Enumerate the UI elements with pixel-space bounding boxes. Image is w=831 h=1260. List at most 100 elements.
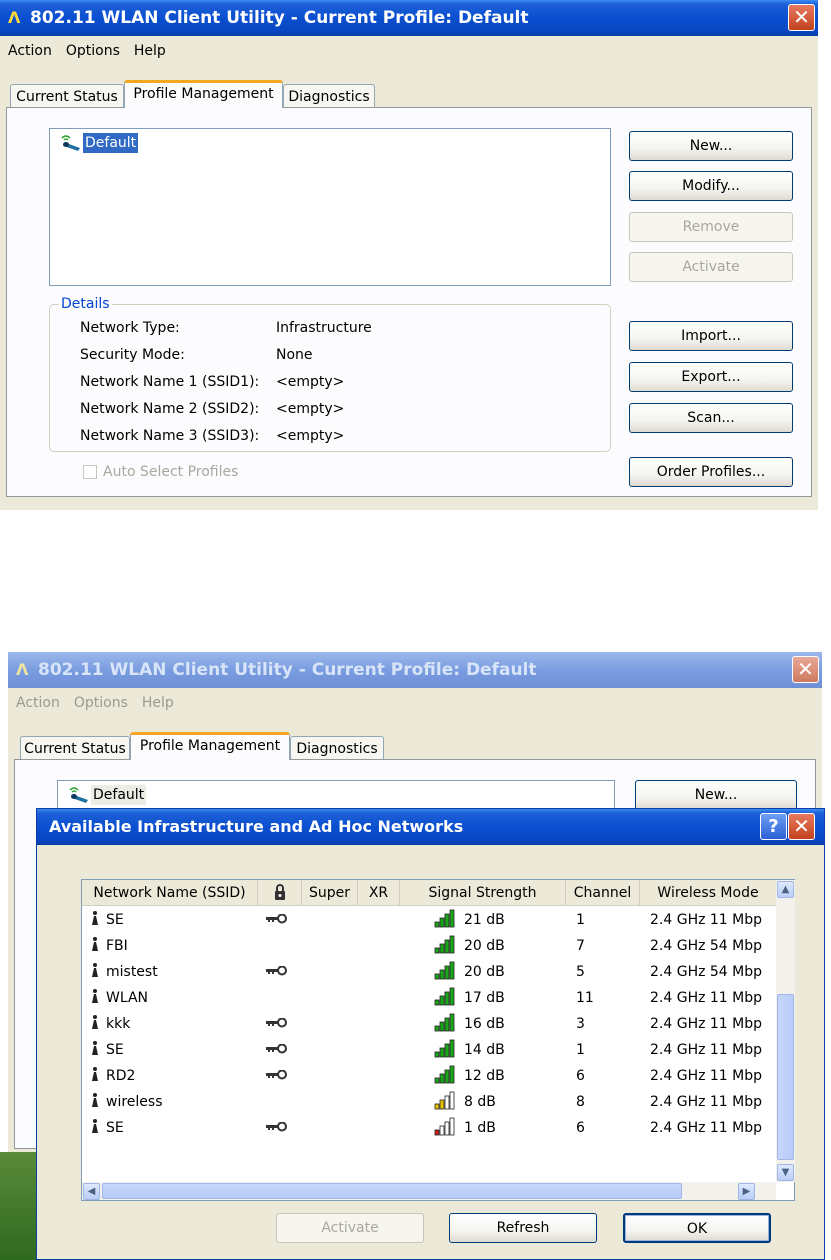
signal-strength-value: 16 dB xyxy=(464,1016,505,1032)
tab-current-status[interactable]: Current Status xyxy=(10,84,124,108)
h-scroll-thumb[interactable] xyxy=(102,1183,682,1199)
profile-default[interactable]: Default xyxy=(83,133,139,153)
title-bar[interactable]: Λ 802.11 WLAN Client Utility - Current P… xyxy=(8,652,822,688)
column-super[interactable]: Super xyxy=(302,880,358,906)
new-button[interactable]: New... xyxy=(629,131,793,161)
network-row[interactable]: WLAN 17 dB 11 2.4 GHz 11 Mbp xyxy=(82,986,776,1011)
scroll-right-button[interactable]: ▶ xyxy=(738,1183,755,1200)
access-point-icon xyxy=(90,1038,100,1063)
network-row[interactable]: mistest 20 dB 5 2.4 GHz 54 Mbp xyxy=(82,960,776,985)
vertical-scrollbar[interactable]: ▲ ▼ xyxy=(776,880,795,1182)
window-title: 802.11 WLAN Client Utility - Current Pro… xyxy=(30,8,529,28)
import-button[interactable]: Import... xyxy=(629,321,793,351)
channel-value: 11 xyxy=(576,990,594,1006)
key-icon xyxy=(266,960,288,985)
activate-button[interactable]: Activate xyxy=(276,1213,424,1243)
menu-action[interactable]: Action xyxy=(8,43,52,59)
signal-bars-icon xyxy=(434,1116,456,1141)
scroll-left-button[interactable]: ◀ xyxy=(83,1183,100,1200)
column-wireless-mode[interactable]: Wireless Mode xyxy=(640,880,776,906)
ssid2-value: <empty> xyxy=(276,401,345,417)
wireless-mode-value: 2.4 GHz 11 Mbp xyxy=(650,1120,763,1136)
ssid1-value: <empty> xyxy=(276,374,345,390)
tab-profile-management[interactable]: Profile Management xyxy=(124,80,283,108)
signal-bars-icon xyxy=(434,1090,456,1115)
help-button[interactable]: ? xyxy=(760,813,787,840)
network-row[interactable]: SE 14 dB 1 2.4 GHz 11 Mbp xyxy=(82,1038,776,1063)
modify-button[interactable]: Modify... xyxy=(629,171,793,201)
ok-button[interactable]: OK xyxy=(623,1213,771,1243)
tab-profile-management[interactable]: Profile Management xyxy=(130,732,290,760)
wireless-profile-icon xyxy=(69,787,88,803)
tab-current-status[interactable]: Current Status xyxy=(20,736,130,760)
profile-management-window: Λ 802.11 WLAN Client Utility - Current P… xyxy=(0,0,818,510)
column-xr[interactable]: XR xyxy=(358,880,400,906)
profile-list[interactable]: Default xyxy=(49,128,611,286)
remove-button[interactable]: Remove xyxy=(629,212,793,242)
network-list[interactable]: Network Name (SSID) Super XR Signal Stre… xyxy=(81,879,795,1201)
desktop-background xyxy=(0,1152,40,1260)
signal-bars-icon xyxy=(434,1012,456,1037)
access-point-icon xyxy=(90,908,100,933)
tab-diagnostics[interactable]: Diagnostics xyxy=(283,84,375,108)
network-ssid: wireless xyxy=(106,1094,163,1110)
key-icon xyxy=(266,1064,288,1089)
order-profiles-button[interactable]: Order Profiles... xyxy=(629,457,793,487)
network-row[interactable]: RD2 12 dB 6 2.4 GHz 11 Mbp xyxy=(82,1064,776,1089)
refresh-button[interactable]: Refresh xyxy=(449,1213,597,1243)
signal-bars-icon xyxy=(434,1064,456,1089)
menu-bar: Action Options Help xyxy=(0,38,818,64)
access-point-icon xyxy=(90,1012,100,1037)
tab-diagnostics[interactable]: Diagnostics xyxy=(290,736,384,760)
network-type-label: Network Type: xyxy=(80,320,180,336)
access-point-icon xyxy=(90,934,100,959)
security-mode-value: None xyxy=(276,347,313,363)
details-legend: Details xyxy=(59,296,112,312)
key-icon xyxy=(266,1012,288,1037)
menu-options[interactable]: Options xyxy=(74,695,128,711)
scroll-up-button[interactable]: ▲ xyxy=(777,881,794,898)
network-row[interactable]: wireless 8 dB 8 2.4 GHz 11 Mbp xyxy=(82,1090,776,1115)
dialog-close-button[interactable]: ✕ xyxy=(788,813,815,840)
menu-options[interactable]: Options xyxy=(66,43,120,59)
column-security[interactable] xyxy=(258,880,302,906)
export-button[interactable]: Export... xyxy=(629,362,793,392)
title-bar[interactable]: Λ 802.11 WLAN Client Utility - Current P… xyxy=(0,0,818,36)
new-button[interactable]: New... xyxy=(635,780,797,810)
dialog-title-bar[interactable]: Available Infrastructure and Ad Hoc Netw… xyxy=(37,809,824,845)
network-row[interactable]: SE 21 dB 1 2.4 GHz 11 Mbp xyxy=(82,908,776,933)
network-row[interactable]: SE 1 dB 6 2.4 GHz 11 Mbp xyxy=(82,1116,776,1141)
menu-help[interactable]: Help xyxy=(142,695,174,711)
profile-default[interactable]: Default xyxy=(91,785,147,805)
network-row[interactable]: kkk 16 dB 3 2.4 GHz 11 Mbp xyxy=(82,1012,776,1037)
menu-bar: Action Options Help xyxy=(8,690,822,716)
column-ssid[interactable]: Network Name (SSID) xyxy=(82,880,258,906)
auto-select-checkbox[interactable] xyxy=(83,465,97,479)
close-button[interactable]: ✕ xyxy=(792,656,819,683)
signal-strength-value: 12 dB xyxy=(464,1068,505,1084)
activate-button[interactable]: Activate xyxy=(629,252,793,282)
column-signal[interactable]: Signal Strength xyxy=(400,880,566,906)
scroll-down-button[interactable]: ▼ xyxy=(777,1164,794,1181)
signal-strength-value: 14 dB xyxy=(464,1042,505,1058)
scan-button[interactable]: Scan... xyxy=(629,403,793,433)
column-channel[interactable]: Channel xyxy=(566,880,640,906)
network-row[interactable]: FBI 20 dB 7 2.4 GHz 54 Mbp xyxy=(82,934,776,959)
horizontal-scrollbar[interactable]: ◀ ▶ xyxy=(82,1182,776,1200)
channel-value: 1 xyxy=(576,1042,585,1058)
menu-help[interactable]: Help xyxy=(134,43,166,59)
menu-action[interactable]: Action xyxy=(16,695,60,711)
key-icon xyxy=(266,1116,288,1141)
access-point-icon xyxy=(90,960,100,985)
close-button[interactable]: ✕ xyxy=(788,4,815,31)
wireless-profile-icon xyxy=(61,135,80,151)
network-ssid: mistest xyxy=(106,964,158,980)
signal-bars-icon xyxy=(434,960,456,985)
signal-bars-icon xyxy=(434,1038,456,1063)
scroll-thumb[interactable] xyxy=(777,994,794,1160)
network-list-header: Network Name (SSID) Super XR Signal Stre… xyxy=(82,880,776,906)
wireless-mode-value: 2.4 GHz 11 Mbp xyxy=(650,1042,763,1058)
network-ssid: WLAN xyxy=(106,990,149,1006)
wireless-mode-value: 2.4 GHz 54 Mbp xyxy=(650,938,763,954)
channel-value: 8 xyxy=(576,1094,585,1110)
